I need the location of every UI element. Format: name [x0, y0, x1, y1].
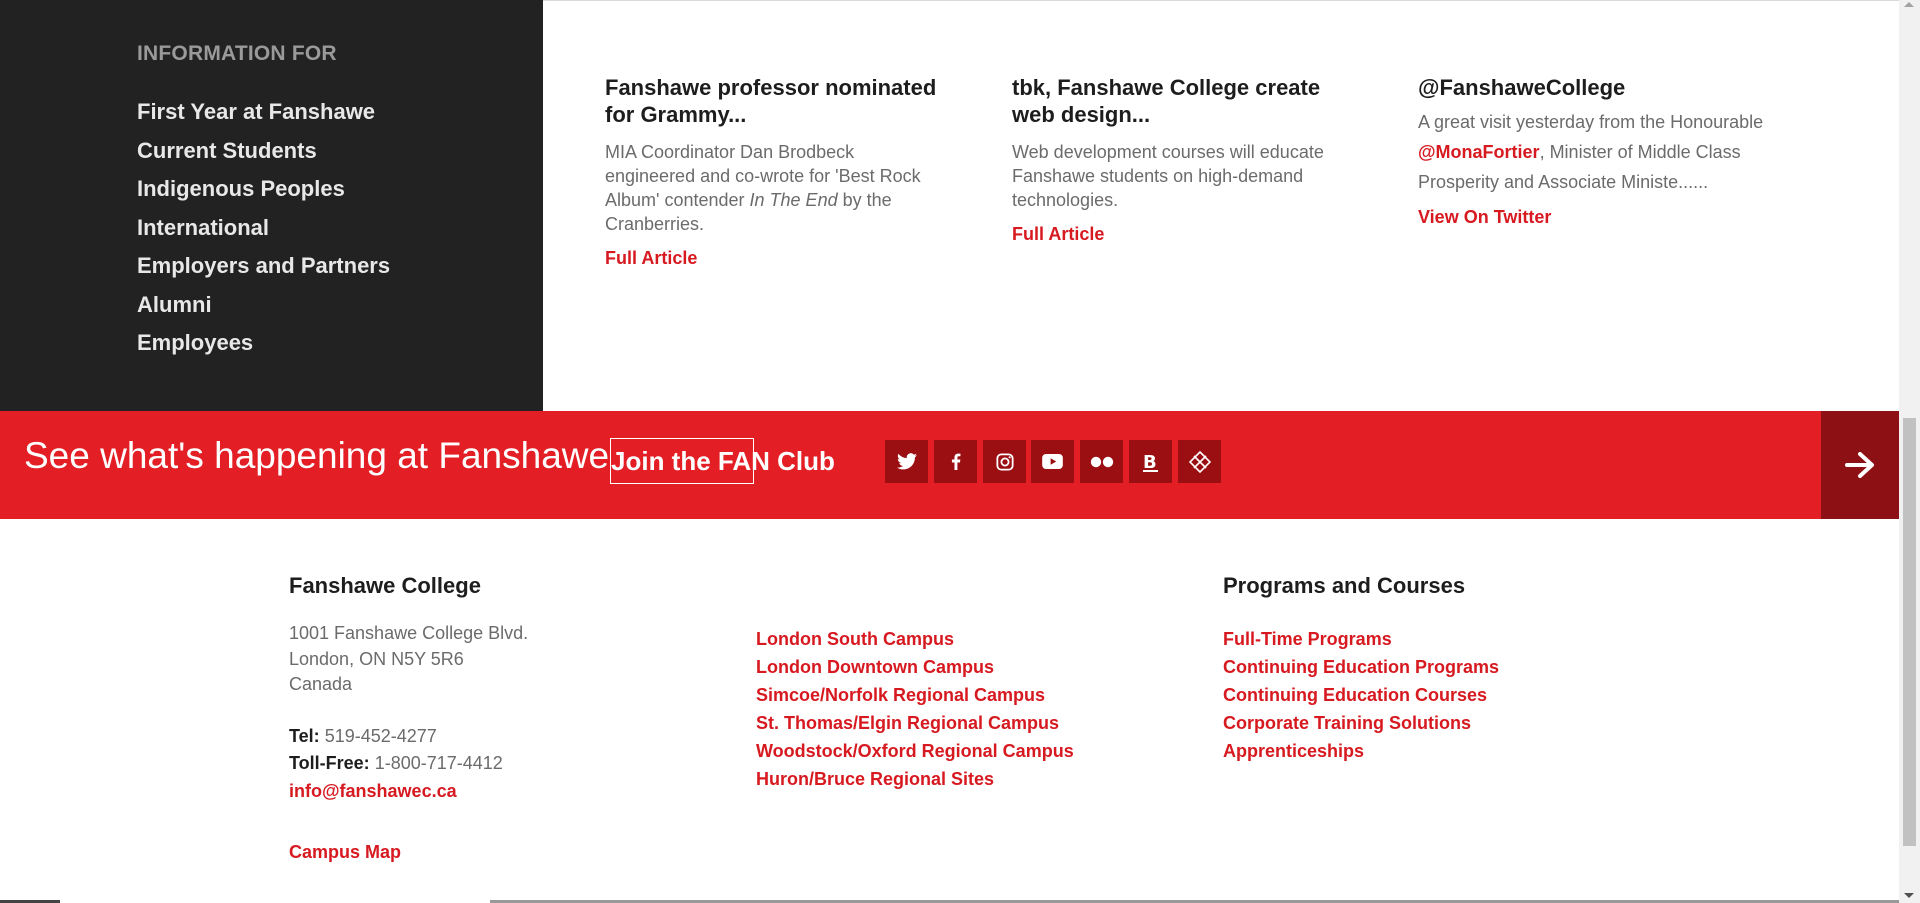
tel-number[interactable]: 519-452-4277 [325, 726, 437, 746]
info-link-current-students[interactable]: Current Students [137, 137, 390, 176]
twitter-icon[interactable] [885, 440, 928, 483]
information-for-heading: INFORMATION FOR [137, 42, 337, 65]
info-link-employees[interactable]: Employees [137, 329, 390, 368]
news-item: tbk, Fanshawe College create web design.… [1012, 74, 1352, 245]
join-fan-club-button[interactable]: Join the FAN Club [610, 438, 835, 484]
news-summary-emphasis: In The End [749, 190, 838, 210]
view-on-twitter-link[interactable]: View On Twitter [1418, 207, 1551, 227]
social-banner: See what's happening at Fanshawe Join th… [0, 411, 1899, 519]
news-title[interactable]: tbk, Fanshawe College create web design.… [1012, 74, 1352, 128]
news-summary: MIA Coordinator Dan Brodbeck engineered … [605, 140, 945, 236]
information-for-list: First Year at Fanshawe Current Students … [137, 98, 390, 368]
blog-icon[interactable]: B [1129, 440, 1172, 483]
footer-programs-heading: Programs and Courses [1223, 573, 1466, 598]
twitter-feed: @FanshaweCollege A great visit yesterday… [1418, 74, 1768, 228]
campus-link-simcoe-norfolk[interactable]: Simcoe/Norfolk Regional Campus [756, 681, 1074, 709]
footer-college-heading: Fanshawe College [289, 573, 481, 598]
info-link-first-year[interactable]: First Year at Fanshawe [137, 98, 390, 137]
program-link-continuing-ed-courses[interactable]: Continuing Education Courses [1223, 681, 1499, 709]
program-link-continuing-ed-programs[interactable]: Continuing Education Programs [1223, 653, 1499, 681]
college-address: 1001 Fanshawe College Blvd. London, ON N… [289, 621, 528, 698]
tollfree-row: Toll-Free: 1-800-717-4412 [289, 750, 503, 777]
campus-link-london-south[interactable]: London South Campus [756, 625, 1074, 653]
instagram-icon[interactable] [983, 440, 1026, 483]
info-link-employers-partners[interactable]: Employers and Partners [137, 252, 390, 291]
full-article-link[interactable]: Full Article [605, 248, 697, 268]
campus-links: London South Campus London Downtown Camp… [756, 625, 1074, 793]
campus-link-st-thomas-elgin[interactable]: St. Thomas/Elgin Regional Campus [756, 709, 1074, 737]
campus-link-london-downtown[interactable]: London Downtown Campus [756, 653, 1074, 681]
scrollbar-thumb[interactable] [1903, 418, 1916, 846]
arrow-right-icon [1845, 452, 1874, 478]
tollfree-number[interactable]: 1-800-717-4412 [375, 753, 503, 773]
campus-link-woodstock-oxford[interactable]: Woodstock/Oxford Regional Campus [756, 737, 1074, 765]
news-title[interactable]: Fanshawe professor nominated for Grammy.… [605, 74, 945, 128]
youtube-icon[interactable] [1031, 440, 1074, 483]
tweet-text-start: A great visit yesterday from the Honoura… [1418, 112, 1764, 132]
address-line: 1001 Fanshawe College Blvd. [289, 623, 529, 643]
svg-text:B: B [1143, 452, 1157, 473]
tweet-text: A great visit yesterday from the Honoura… [1418, 107, 1768, 197]
tel-label: Tel: [289, 726, 320, 746]
tel-row: Tel: 519-452-4277 [289, 723, 503, 750]
fanshawe-icon[interactable] [1178, 440, 1221, 483]
address-line: Canada [289, 674, 353, 694]
scroll-up-arrow-icon[interactable] [1904, 2, 1914, 7]
program-link-full-time[interactable]: Full-Time Programs [1223, 625, 1499, 653]
facebook-icon[interactable] [934, 440, 977, 483]
twitter-handle[interactable]: @FanshaweCollege [1418, 74, 1768, 101]
tollfree-label: Toll-Free: [289, 752, 370, 773]
contact-info: Tel: 519-452-4277 Toll-Free: 1-800-717-4… [289, 723, 503, 805]
program-link-apprenticeships[interactable]: Apprenticeships [1223, 737, 1499, 765]
full-article-link[interactable]: Full Article [1012, 224, 1104, 244]
news-item: Fanshawe professor nominated for Grammy.… [605, 74, 945, 269]
program-links: Full-Time Programs Continuing Education … [1223, 625, 1499, 765]
info-link-indigenous-peoples[interactable]: Indigenous Peoples [137, 175, 390, 214]
tweet-mention-link[interactable]: @MonaFortier [1418, 142, 1540, 162]
info-link-international[interactable]: International [137, 214, 390, 253]
campus-link-huron-bruce[interactable]: Huron/Bruce Regional Sites [756, 765, 1074, 793]
campus-map-link[interactable]: Campus Map [289, 842, 401, 863]
scroll-down-arrow-icon[interactable] [1904, 893, 1914, 898]
banner-headline: See what's happening at Fanshawe [24, 435, 610, 476]
address-line: London, ON N5Y 5R6 [289, 648, 464, 669]
news-summary: Web development courses will educate Fan… [1012, 142, 1324, 210]
program-link-corporate-training[interactable]: Corporate Training Solutions [1223, 709, 1499, 737]
info-link-alumni[interactable]: Alumni [137, 291, 390, 330]
information-for-panel: INFORMATION FOR First Year at Fanshawe C… [0, 0, 543, 411]
banner-arrow-button[interactable] [1821, 411, 1899, 519]
flickr-icon[interactable] [1080, 440, 1123, 483]
email-link[interactable]: info@fanshawec.ca [289, 778, 503, 805]
